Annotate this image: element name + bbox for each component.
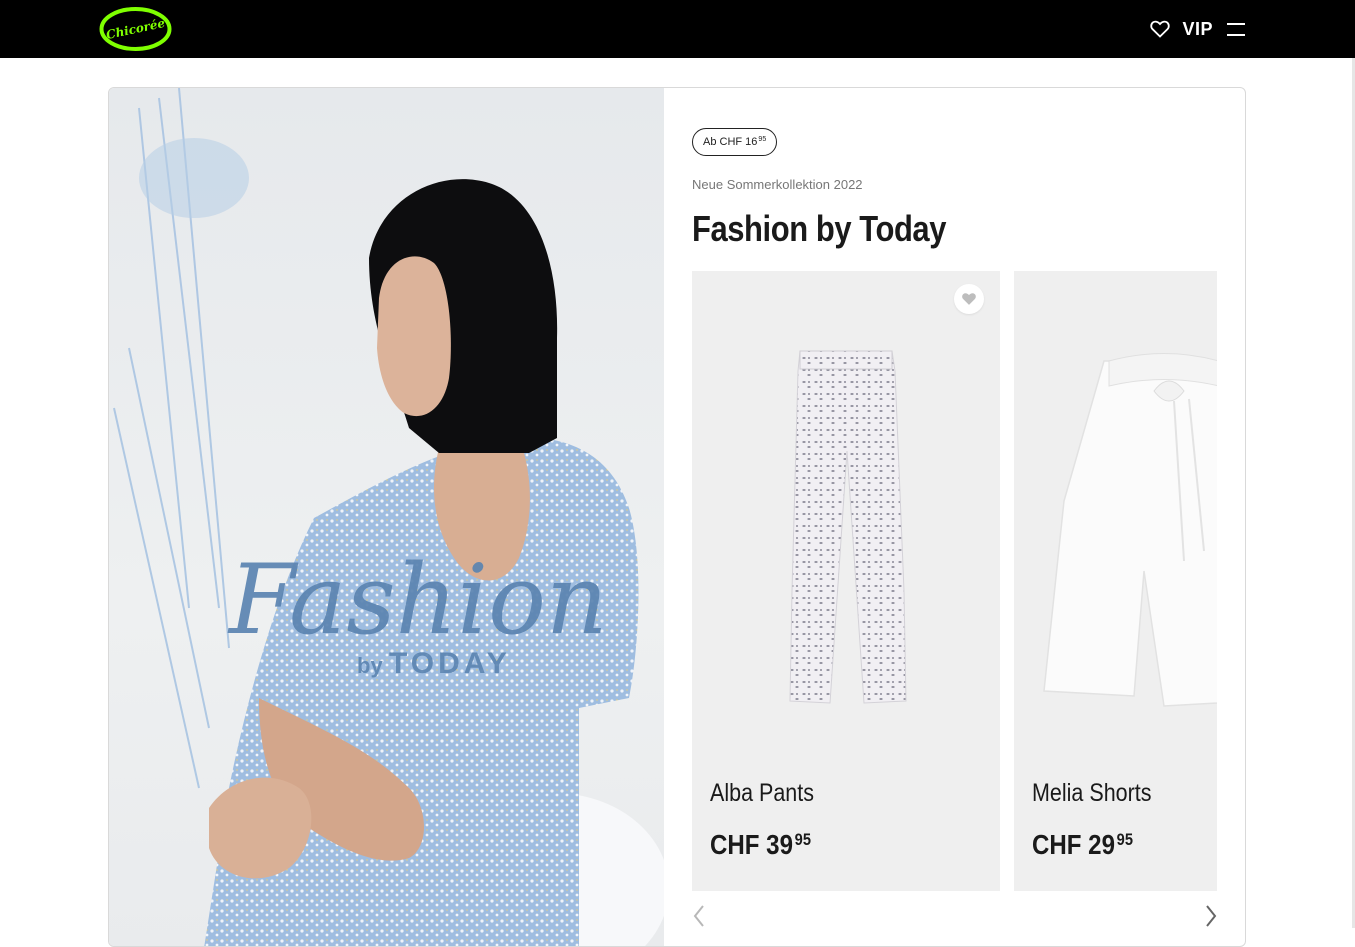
teaser-title: Fashion by Today	[692, 208, 947, 249]
hero-by-text: by	[357, 653, 383, 678]
price-from-cents: 95	[758, 135, 767, 143]
product-price-main: CHF 29	[1032, 829, 1115, 860]
svg-text:Chicorée: Chicorée	[105, 16, 167, 42]
hero-brand-text: TODAY	[389, 647, 511, 680]
product-carousel: Alba Pants CHF 39 95 Melia Shorts CHF 29…	[692, 271, 1217, 891]
product-price-cents: 95	[1116, 830, 1133, 849]
product-image[interactable]	[1014, 271, 1217, 741]
teaser-content: Ab CHF 16 95 Neue Sommerkollektion 2022 F…	[692, 88, 1245, 946]
fashion-teaser-card: Fashion by TODAY Ab CHF 16 95 Neue Sommer…	[108, 87, 1246, 947]
product-price-main: CHF 39	[710, 829, 793, 860]
product-price: CHF 29 95	[1032, 829, 1133, 861]
hero-image[interactable]: Fashion by TODAY	[109, 88, 664, 946]
carousel-next-arrow-icon[interactable]	[1204, 903, 1218, 929]
hero-script-text: Fashion	[227, 544, 608, 656]
heart-icon[interactable]	[1150, 20, 1171, 38]
chicoree-logo[interactable]: Chicorée	[99, 6, 172, 52]
header-actions: VIP	[1150, 16, 1247, 42]
top-bar: Chicorée VIP	[0, 0, 1355, 58]
product-price-cents: 95	[794, 830, 811, 849]
product-card[interactable]: Alba Pants CHF 39 95	[692, 271, 1000, 891]
vip-link[interactable]: VIP	[1182, 19, 1213, 40]
teaser-subtitle: Neue Sommerkollektion 2022	[692, 177, 863, 192]
product-price: CHF 39 95	[710, 829, 811, 861]
product-image[interactable]	[692, 271, 1000, 741]
wishlist-heart-icon[interactable]	[954, 284, 984, 314]
product-name[interactable]: Melia Shorts	[1032, 779, 1151, 808]
product-card[interactable]: Melia Shorts CHF 29 95	[1014, 271, 1217, 891]
product-name[interactable]: Alba Pants	[710, 779, 814, 808]
price-from-text: Ab CHF 16	[703, 136, 758, 148]
price-from-badge: Ab CHF 16 95	[692, 128, 778, 156]
carousel-prev-arrow-icon[interactable]	[692, 903, 706, 929]
menu-icon[interactable]	[1225, 20, 1247, 38]
